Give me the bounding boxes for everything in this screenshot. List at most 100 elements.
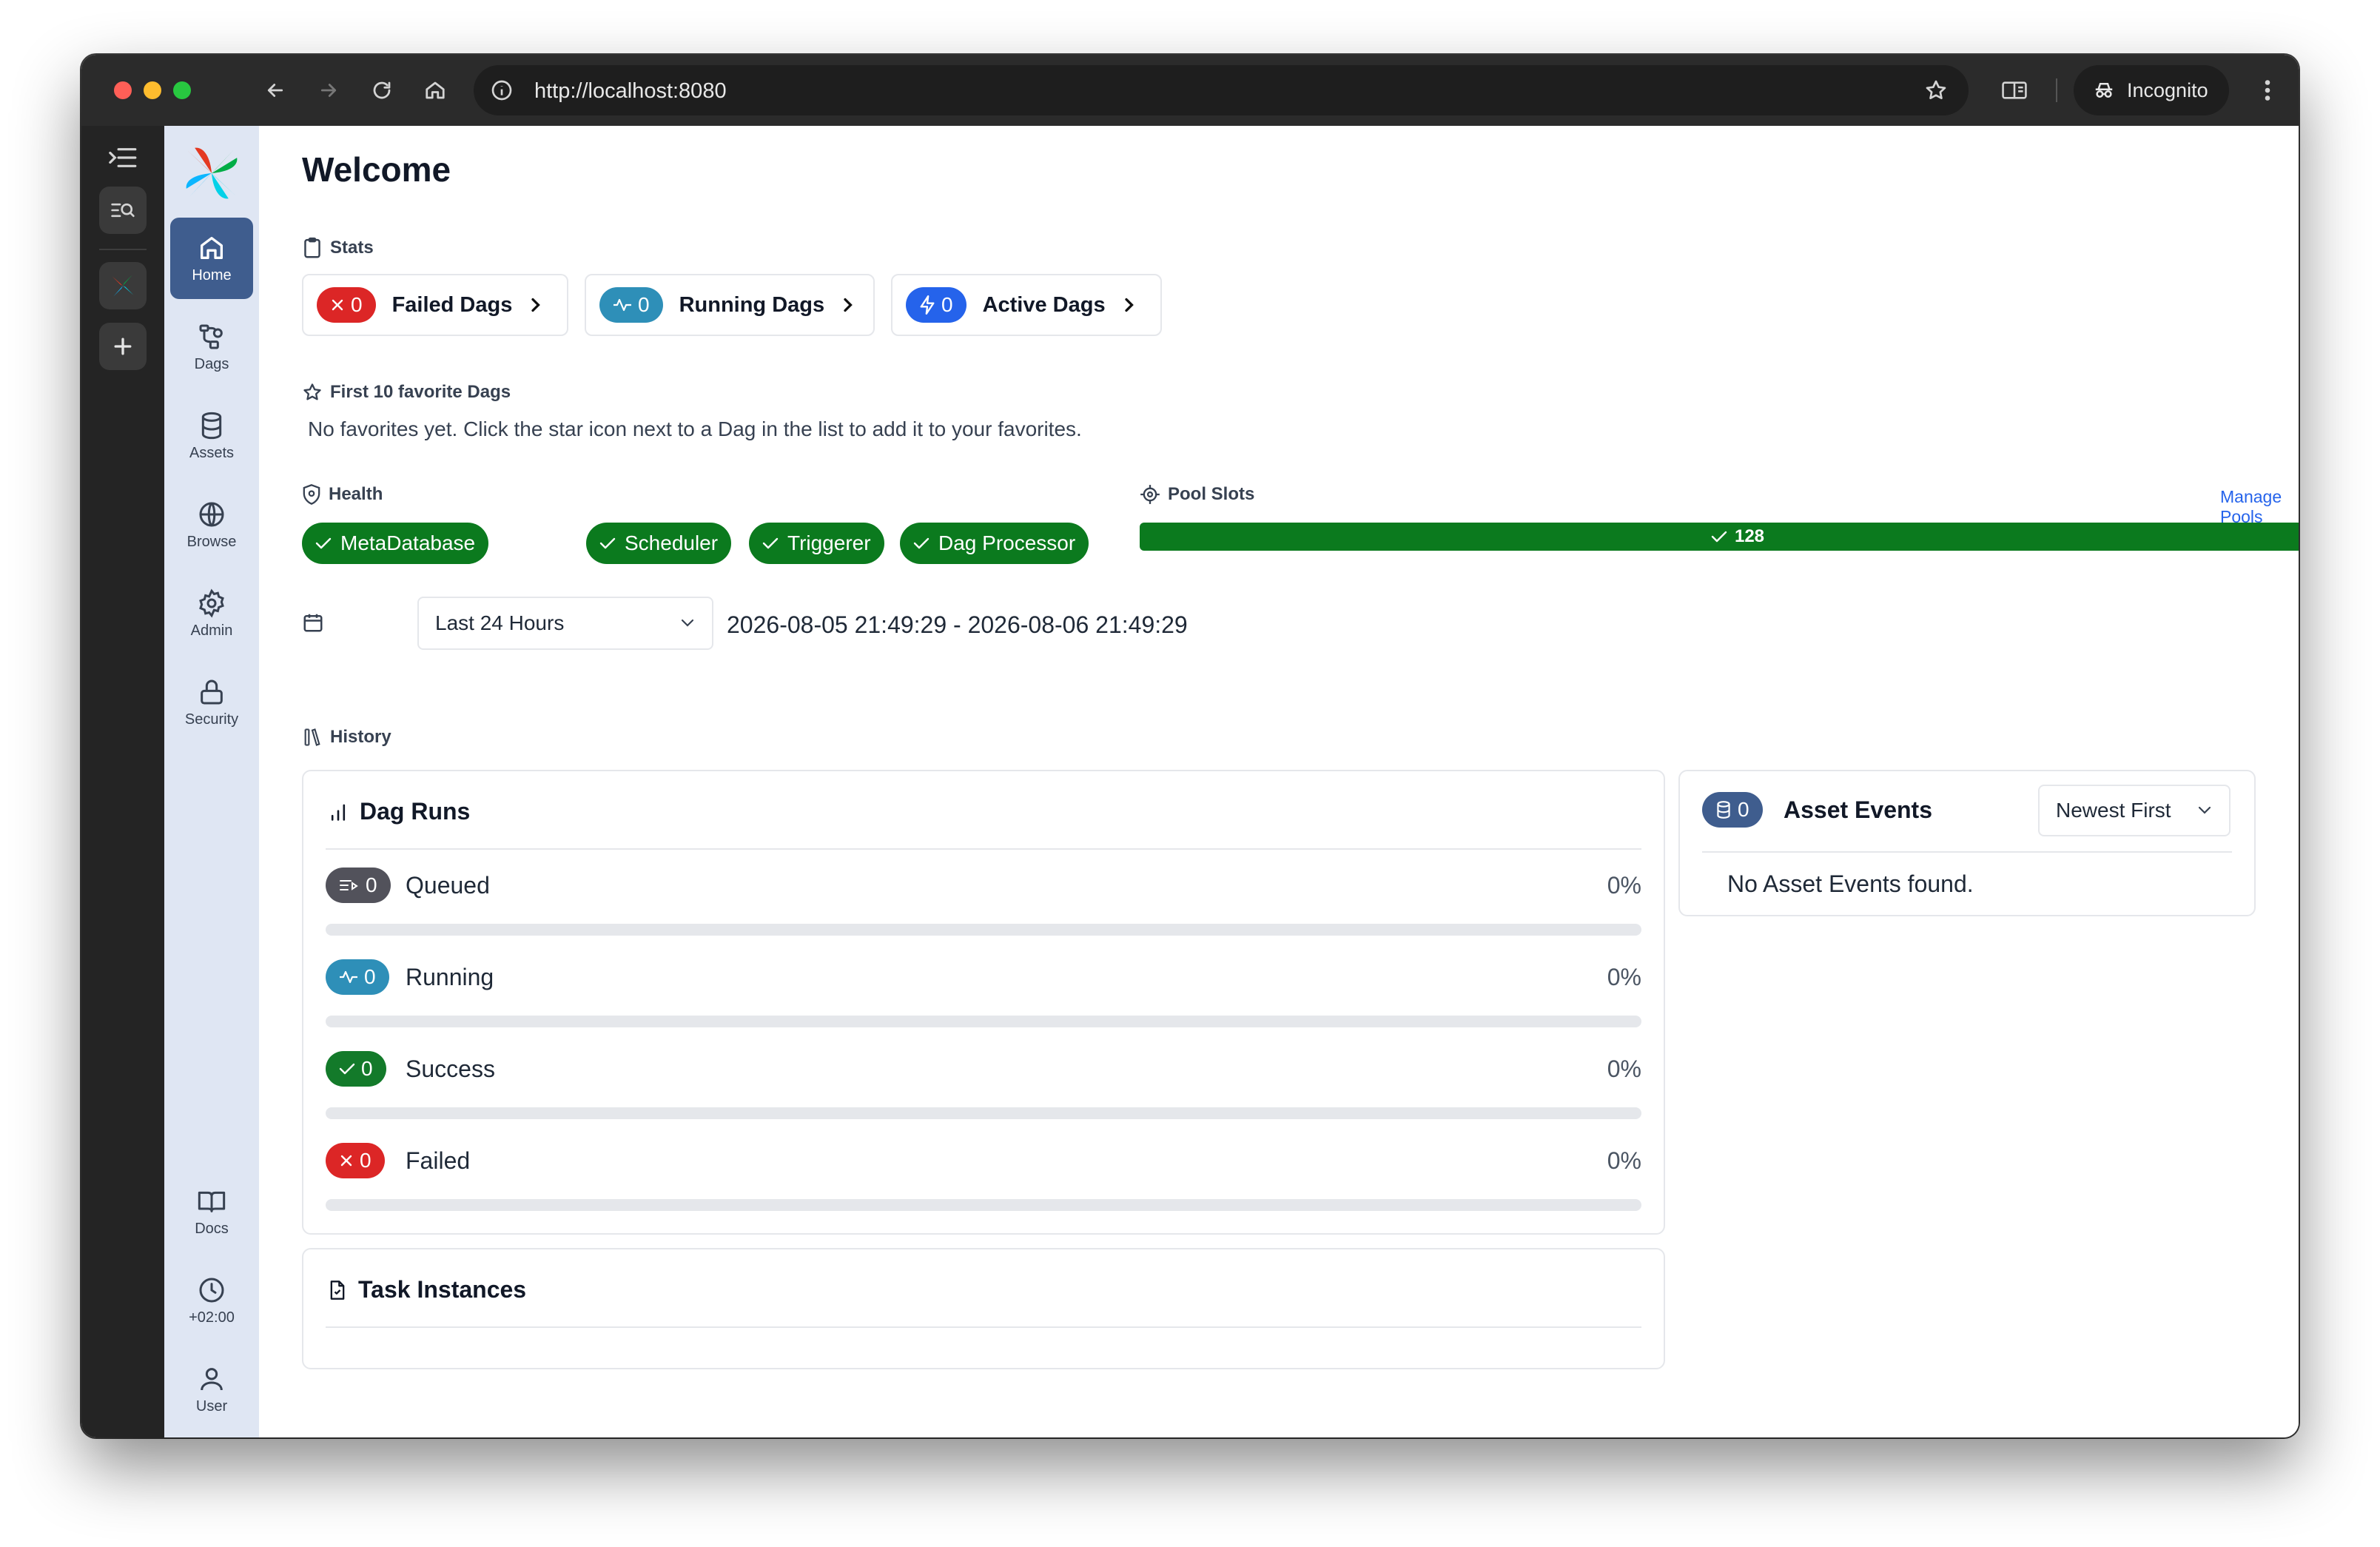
success-percent: 0% bbox=[1607, 1056, 1641, 1082]
database-icon bbox=[197, 411, 226, 440]
asset-events-sort-select[interactable]: Newest First bbox=[2038, 785, 2231, 836]
failed-dags-label: Failed Dags bbox=[391, 292, 513, 317]
queued-label: Queued bbox=[406, 872, 490, 899]
failed-percent: 0% bbox=[1607, 1147, 1641, 1174]
failed-dags-card[interactable]: 0 Failed Dags bbox=[302, 274, 568, 336]
bar-chart-icon bbox=[329, 802, 348, 822]
queued-badge: 0 bbox=[326, 868, 391, 903]
nav-security[interactable]: Security bbox=[170, 662, 253, 743]
maximize-window-button[interactable] bbox=[173, 81, 191, 99]
nav-dags-label: Dags bbox=[194, 355, 229, 372]
main-content: Welcome Stats 0 Failed Dags 0 Running Da… bbox=[259, 126, 2299, 1437]
history-section-label: History bbox=[302, 727, 391, 748]
pool-slots-bar[interactable]: 128 bbox=[1140, 523, 2299, 551]
running-dags-card[interactable]: 0 Running Dags bbox=[585, 274, 875, 336]
favorites-section-label: First 10 favorite Dags bbox=[302, 382, 511, 403]
bookmark-star-icon[interactable] bbox=[1924, 78, 1948, 102]
asset-events-empty-text: No Asset Events found. bbox=[1727, 870, 1974, 897]
time-range-select[interactable]: Last 24 Hours bbox=[417, 597, 713, 650]
book-icon bbox=[197, 1187, 226, 1216]
nav-assets[interactable]: Assets bbox=[170, 395, 253, 477]
minimize-window-button[interactable] bbox=[144, 81, 161, 99]
health-metadatabase: MetaDatabase bbox=[302, 523, 489, 564]
manage-pools-link[interactable]: Manage Pools bbox=[2220, 487, 2299, 527]
site-info-icon[interactable] bbox=[490, 78, 514, 102]
incognito-badge[interactable]: Incognito bbox=[2074, 65, 2229, 115]
gear-icon bbox=[197, 588, 226, 618]
file-check-icon bbox=[329, 1280, 346, 1301]
shield-icon bbox=[302, 484, 321, 505]
dag-runs-title: Dag Runs bbox=[329, 798, 470, 825]
history-icon bbox=[302, 727, 323, 748]
health-scheduler: Scheduler bbox=[586, 523, 732, 564]
chevron-right-icon bbox=[1122, 296, 1135, 314]
check-icon bbox=[339, 1062, 355, 1075]
globe-icon bbox=[197, 500, 226, 529]
run-row-running[interactable]: 0 Running 0% bbox=[326, 959, 1641, 1041]
task-instances-card: Task Instances bbox=[302, 1248, 1665, 1369]
nav-timezone-label: +02:00 bbox=[189, 1309, 235, 1326]
forward-arrow-icon[interactable] bbox=[312, 74, 345, 107]
reload-icon[interactable] bbox=[366, 74, 398, 107]
nav-browse[interactable]: Browse bbox=[170, 484, 253, 566]
check-icon bbox=[762, 537, 779, 550]
home-icon bbox=[197, 233, 226, 263]
running-progress-bar bbox=[326, 1016, 1641, 1027]
asset-events-card: 0 Asset Events Newest First No Asset Eve… bbox=[1678, 770, 2256, 916]
nav-admin[interactable]: Admin bbox=[170, 573, 253, 654]
failed-progress-bar bbox=[326, 1199, 1641, 1211]
active-dags-label: Active Dags bbox=[982, 292, 1106, 317]
browser-toolbar: http://localhost:8080 Incognito bbox=[81, 55, 2299, 126]
tab-search-button[interactable] bbox=[99, 187, 147, 234]
browser-side-rail bbox=[81, 126, 164, 1437]
nav-admin-label: Admin bbox=[190, 622, 233, 639]
health-section-label: Health bbox=[302, 484, 383, 505]
app-sidebar: Home Dags Assets Browse Admin Security D… bbox=[164, 126, 259, 1437]
check-icon bbox=[315, 537, 332, 550]
run-row-success[interactable]: 0 Success 0% bbox=[326, 1051, 1641, 1132]
more-menu-icon[interactable] bbox=[2251, 74, 2284, 107]
lightning-icon bbox=[919, 295, 935, 315]
running-label: Running bbox=[406, 964, 494, 990]
nav-docs-label: Docs bbox=[195, 1220, 229, 1237]
pool-slots-section-label: Pool Slots bbox=[1140, 484, 1254, 505]
run-row-failed[interactable]: 0 Failed 0% bbox=[326, 1143, 1641, 1224]
nav-dags[interactable]: Dags bbox=[170, 306, 253, 388]
nav-home[interactable]: Home bbox=[170, 218, 253, 299]
run-row-queued[interactable]: 0 Queued 0% bbox=[326, 868, 1641, 949]
failed-dags-badge: 0 bbox=[317, 287, 376, 323]
back-arrow-icon[interactable] bbox=[259, 74, 292, 107]
airflow-logo[interactable] bbox=[184, 145, 240, 201]
reading-mode-icon[interactable] bbox=[1998, 74, 2031, 107]
collapse-sidebar-icon[interactable] bbox=[107, 145, 138, 170]
url-text: http://localhost:8080 bbox=[534, 79, 727, 103]
chevron-right-icon bbox=[528, 296, 542, 314]
activity-icon bbox=[339, 969, 358, 985]
address-bar[interactable]: http://localhost:8080 bbox=[474, 65, 1969, 115]
asset-events-title: Asset Events bbox=[1784, 796, 1932, 823]
calendar-icon bbox=[302, 611, 324, 634]
running-badge: 0 bbox=[326, 959, 389, 995]
lock-icon bbox=[197, 677, 226, 707]
nav-docs[interactable]: Docs bbox=[170, 1171, 253, 1252]
success-progress-bar bbox=[326, 1107, 1641, 1119]
home-browser-icon[interactable] bbox=[419, 74, 451, 107]
card-divider bbox=[326, 1326, 1641, 1328]
success-label: Success bbox=[406, 1056, 495, 1082]
running-percent: 0% bbox=[1607, 964, 1641, 990]
nav-user-label: User bbox=[195, 1397, 228, 1415]
new-tab-button[interactable] bbox=[99, 323, 147, 370]
incognito-label: Incognito bbox=[2127, 78, 2208, 101]
rail-separator bbox=[99, 249, 147, 250]
nav-user[interactable]: User bbox=[170, 1349, 253, 1430]
close-window-button[interactable] bbox=[114, 81, 132, 99]
check-icon bbox=[913, 537, 930, 550]
active-dags-card[interactable]: 0 Active Dags bbox=[891, 274, 1162, 336]
nav-timezone[interactable]: +02:00 bbox=[170, 1260, 253, 1341]
dag-runs-card: Dag Runs 0 Queued 0% 0 Running 0% 0 Succ… bbox=[302, 770, 1665, 1235]
airflow-tab-icon[interactable] bbox=[99, 262, 147, 309]
queue-icon bbox=[339, 878, 360, 893]
success-badge: 0 bbox=[326, 1051, 386, 1087]
pool-slots-value: 128 bbox=[1734, 526, 1765, 546]
asset-events-badge: 0 bbox=[1702, 792, 1763, 828]
